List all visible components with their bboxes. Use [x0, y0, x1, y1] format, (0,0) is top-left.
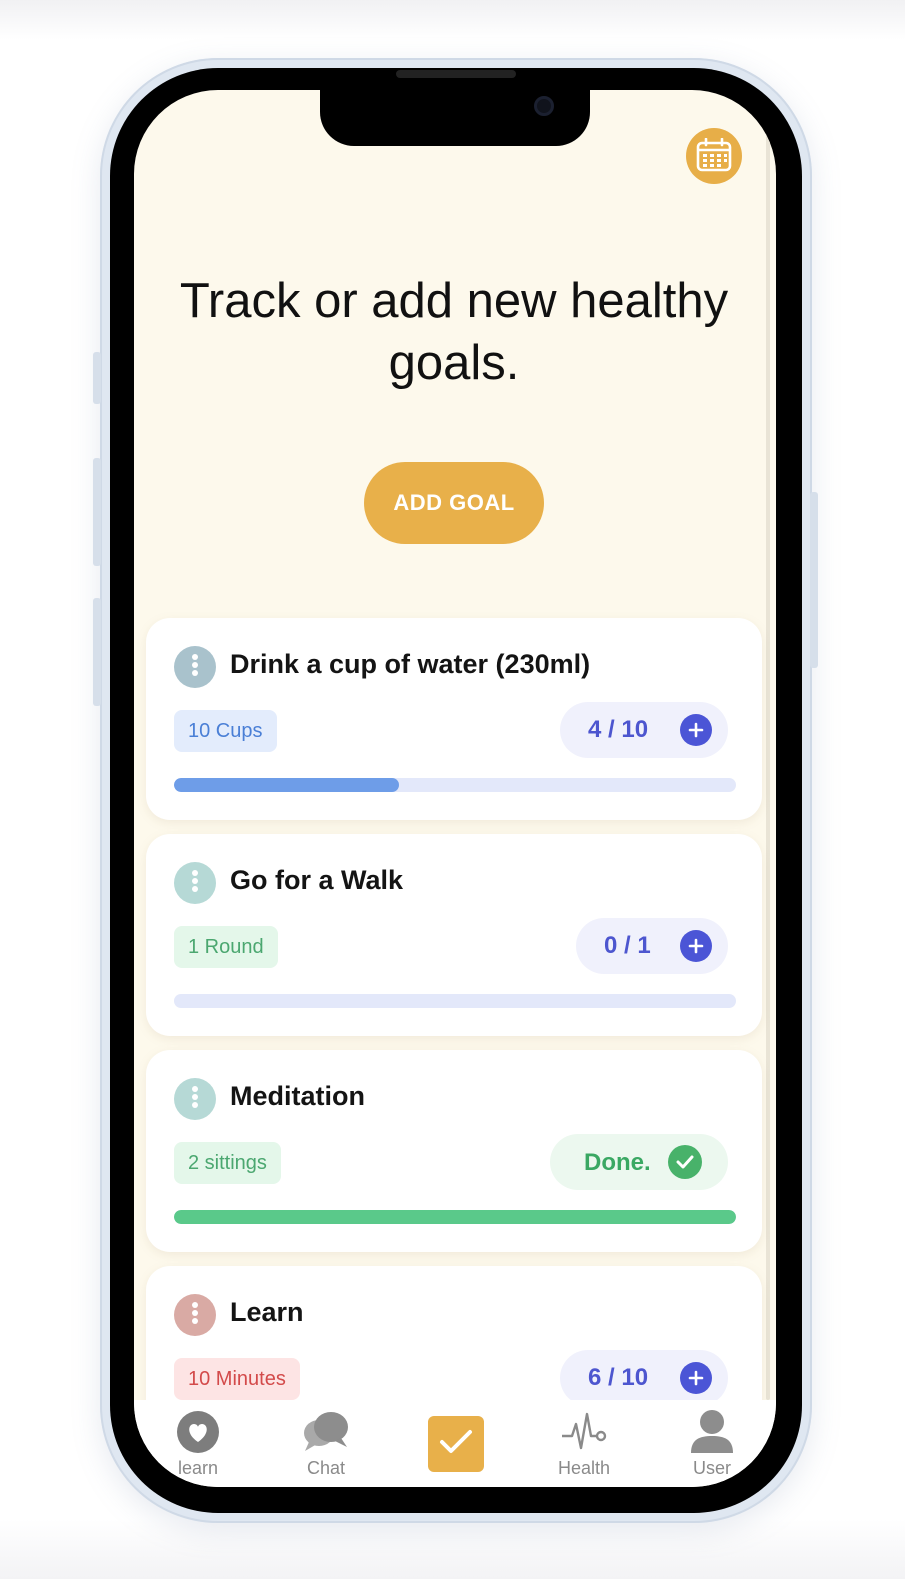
goal-title: Go for a Walk: [230, 865, 404, 895]
phone-mute-switch: [93, 352, 101, 404]
goal-progress-bar: [174, 778, 736, 792]
vertical-dots-icon: [191, 869, 199, 898]
tab-chat[interactable]: Chat: [276, 1400, 376, 1487]
goal-title: Drink a cup of water (230ml): [230, 649, 591, 679]
goal-target-badge: 10 Minutes: [174, 1358, 300, 1400]
plus-icon: [688, 938, 704, 954]
goal-progress-count: 0 / 1: [604, 932, 651, 959]
tab-label: Health: [557, 1458, 611, 1478]
goal-progress-bar: [174, 1210, 736, 1224]
tab-goals[interactable]: [428, 1416, 484, 1472]
goal-progress-fill: [174, 778, 399, 792]
phone-power-button: [810, 492, 818, 668]
scrollbar[interactable]: [766, 130, 770, 1400]
goal-title: Learn: [230, 1297, 304, 1327]
goal-counter: 6 / 10: [560, 1350, 728, 1406]
tab-label: learn: [177, 1458, 219, 1478]
calendar-icon: [696, 137, 732, 175]
app-screen: Track or add new healthy goals. ADD GOAL…: [134, 90, 776, 1487]
page-headline: Track or add new healthy goals.: [179, 274, 729, 390]
chat-bubbles-icon: [301, 1408, 351, 1456]
more-options-button[interactable]: [174, 1078, 216, 1120]
vertical-dots-icon: [191, 1301, 199, 1330]
done-label: Done.: [584, 1149, 651, 1176]
goal-card-meditation[interactable]: Meditation 2 sittings Done.: [146, 1050, 762, 1252]
bottom-tab-bar: learn Chat Health User: [134, 1400, 776, 1487]
goal-counter: 0 / 1: [576, 918, 728, 974]
tab-label: User: [692, 1458, 731, 1478]
phone-speaker: [396, 70, 516, 78]
pulse-icon: [560, 1408, 608, 1456]
vertical-dots-icon: [191, 653, 199, 682]
user-icon: [690, 1408, 734, 1456]
calendar-button[interactable]: [686, 128, 742, 184]
increment-button[interactable]: [680, 714, 712, 746]
plus-icon: [688, 722, 704, 738]
goal-title: Meditation: [230, 1081, 365, 1111]
goal-card-go-for-a-walk[interactable]: Go for a Walk 1 Round 0 / 1: [146, 834, 762, 1036]
tab-label: Chat: [306, 1458, 346, 1478]
goal-progress-count: 4 / 10: [588, 716, 649, 743]
increment-button[interactable]: [680, 930, 712, 962]
page-background-top: [0, 0, 905, 40]
tab-health[interactable]: Health: [534, 1400, 634, 1487]
more-options-button[interactable]: [174, 646, 216, 688]
tab-user[interactable]: User: [662, 1400, 762, 1487]
goal-target-badge: 1 Round: [174, 926, 278, 968]
vertical-dots-icon: [191, 1085, 199, 1114]
add-goal-button[interactable]: ADD GOAL: [364, 462, 544, 544]
goal-progress-bar: [174, 994, 736, 1008]
increment-button[interactable]: [680, 1362, 712, 1394]
phone-volume-up-button: [93, 458, 101, 566]
goal-progress-count: 6 / 10: [588, 1364, 649, 1391]
goal-target-badge: 2 sittings: [174, 1142, 281, 1184]
goal-counter: 4 / 10: [560, 702, 728, 758]
page-background-bottom: [0, 1519, 905, 1579]
goal-card-drink-a-cup-of-water-230ml[interactable]: Drink a cup of water (230ml) 10 Cups 4 / …: [146, 618, 762, 820]
front-camera: [534, 96, 554, 116]
checkmark-icon: [439, 1429, 473, 1460]
heart-icon: [176, 1408, 220, 1456]
phone-volume-down-button: [93, 598, 101, 706]
goal-progress-fill: [174, 1210, 736, 1224]
more-options-button[interactable]: [174, 1294, 216, 1336]
goal-target-badge: 10 Cups: [174, 710, 277, 752]
phone-notch: [320, 90, 590, 146]
plus-icon: [688, 1370, 704, 1386]
goal-done-status: Done.: [550, 1134, 728, 1190]
tab-learn[interactable]: learn: [148, 1400, 248, 1487]
check-circle-icon: [668, 1145, 702, 1179]
more-options-button[interactable]: [174, 862, 216, 904]
